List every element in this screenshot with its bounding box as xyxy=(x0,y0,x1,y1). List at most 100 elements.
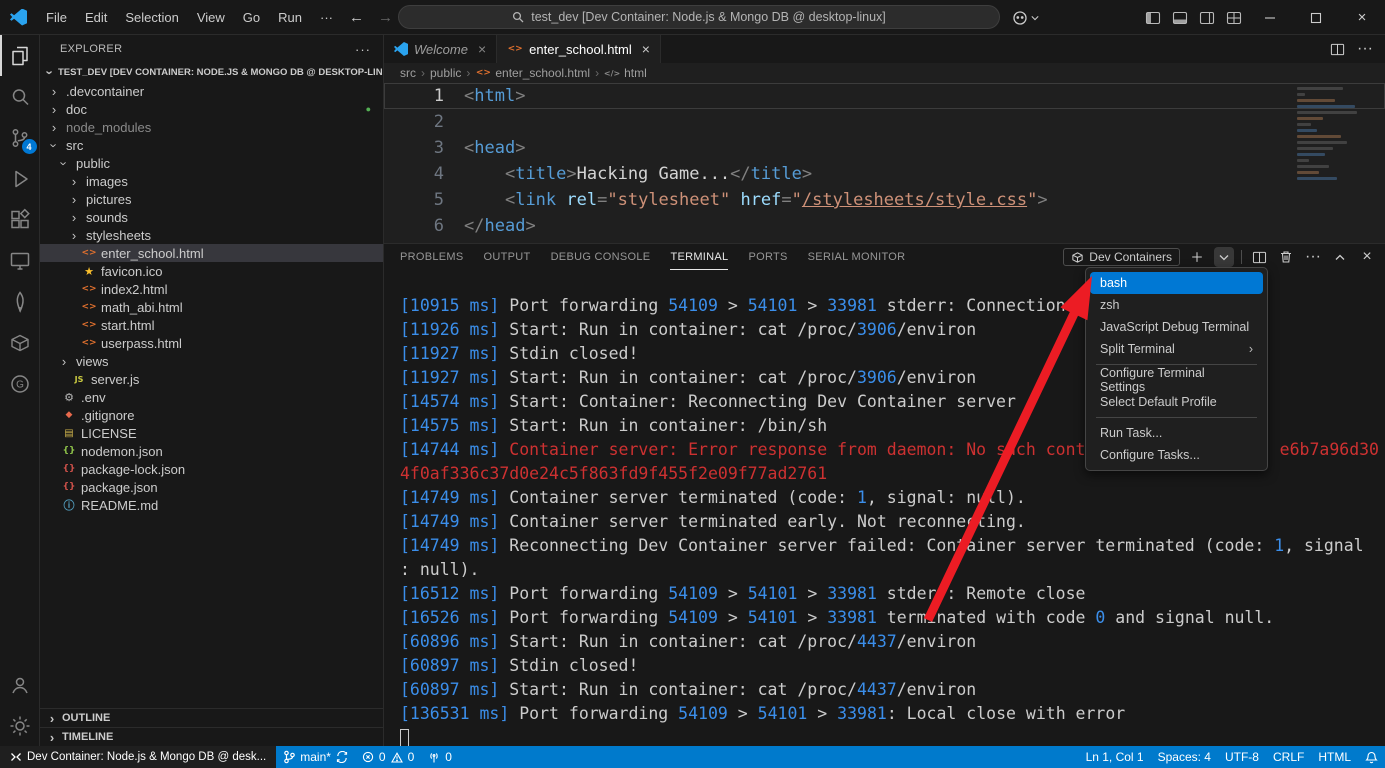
menubar-item-item[interactable]: ··· xyxy=(311,6,342,29)
tab-welcome[interactable]: Welcome× xyxy=(384,35,497,63)
menubar-item-go[interactable]: Go xyxy=(234,6,269,29)
maximize-button[interactable] xyxy=(1293,0,1339,35)
tree-item-math-abi-html[interactable]: <>math_abi.html xyxy=(40,298,383,316)
menubar-item-edit[interactable]: Edit xyxy=(76,6,116,29)
toggle-secondary-sidebar-button[interactable] xyxy=(1193,4,1220,31)
split-terminal-button[interactable] xyxy=(1249,247,1269,267)
menubar-item-file[interactable]: File xyxy=(37,6,76,29)
explorer-more-actions-icon[interactable]: ··· xyxy=(355,42,371,57)
tree-item-public[interactable]: ›public xyxy=(40,154,383,172)
activity-remote-explorer-button[interactable] xyxy=(0,240,40,281)
cursor-position[interactable]: Ln 1, Col 1 xyxy=(1079,746,1151,768)
tree-item-src[interactable]: ›src xyxy=(40,136,383,154)
section-outline[interactable]: ›OUTLINE xyxy=(40,708,383,727)
eol-sequence[interactable]: CRLF xyxy=(1266,746,1311,768)
panel-tab-serial-monitor[interactable]: SERIAL MONITOR xyxy=(808,244,906,270)
menu-item-configure-tasks[interactable]: Configure Tasks... xyxy=(1090,444,1263,466)
activity-mongodb-button[interactable] xyxy=(0,281,40,322)
menu-item-run-task[interactable]: Run Task... xyxy=(1090,422,1263,444)
panel-tab-terminal[interactable]: TERMINAL xyxy=(670,244,728,270)
tree-item-gitignore[interactable]: ◆.gitignore xyxy=(40,406,383,424)
tree-item-server-js[interactable]: JSserver.js xyxy=(40,370,383,388)
panel-tab-debug-console[interactable]: DEBUG CONSOLE xyxy=(551,244,651,270)
encoding[interactable]: UTF-8 xyxy=(1218,746,1266,768)
activity-run-debug-button[interactable] xyxy=(0,158,40,199)
terminal-profile-dropdown-button[interactable] xyxy=(1214,247,1234,267)
menu-item-split-terminal[interactable]: Split Terminal› xyxy=(1090,338,1263,360)
tree-item-readme-md[interactable]: ⓘREADME.md xyxy=(40,496,383,514)
remote-indicator[interactable]: Dev Container: Node.js & Mongo DB @ desk… xyxy=(0,746,276,768)
code-editor[interactable]: 1<html>23<head>4 <title>Hacking Game...<… xyxy=(384,83,1385,243)
workspace-root-item[interactable]: › TEST_DEV [DEV CONTAINER: NODE.JS & MON… xyxy=(40,63,383,82)
back-arrow-icon[interactable]: ← xyxy=(342,9,371,26)
tree-item-start-html[interactable]: <>start.html xyxy=(40,316,383,334)
split-editor-icon[interactable] xyxy=(1330,42,1345,57)
tree-item-package-json[interactable]: {}package.json xyxy=(40,478,383,496)
tree-item-stylesheets[interactable]: ›stylesheets xyxy=(40,226,383,244)
panel-more-actions-icon[interactable]: ··· xyxy=(1303,247,1323,267)
menu-item-zsh[interactable]: zsh xyxy=(1090,294,1263,316)
settings-button[interactable] xyxy=(0,705,40,746)
kill-terminal-button[interactable] xyxy=(1276,247,1296,267)
tree-item-devcontainer[interactable]: ›.devcontainer xyxy=(40,82,383,100)
tree-item-license[interactable]: ▤LICENSE xyxy=(40,424,383,442)
tree-item-enter-school-html[interactable]: <>enter_school.html xyxy=(40,244,383,262)
maximize-panel-button[interactable] xyxy=(1330,247,1350,267)
tree-item-package-lock-json[interactable]: {}package-lock.json xyxy=(40,460,383,478)
editor-more-actions-icon[interactable]: ··· xyxy=(1357,40,1373,58)
close-window-button[interactable]: × xyxy=(1339,0,1385,35)
close-icon[interactable]: × xyxy=(478,41,486,57)
activity-explorer-button[interactable] xyxy=(0,35,40,76)
tree-item-index2-html[interactable]: <>index2.html xyxy=(40,280,383,298)
copilot-menu-button[interactable] xyxy=(1012,10,1039,26)
breadcrumb-public[interactable]: public xyxy=(430,66,461,80)
activity-source-control-button[interactable]: 4 xyxy=(0,117,40,158)
panel-tab-problems[interactable]: PROBLEMS xyxy=(400,244,464,270)
problems-indicator[interactable]: 0 0 xyxy=(355,746,421,768)
minimap[interactable] xyxy=(1297,87,1371,180)
activity-gitlens-button[interactable]: G xyxy=(0,363,40,404)
section-timeline[interactable]: ›TIMELINE xyxy=(40,727,383,746)
customize-layout-button[interactable] xyxy=(1220,4,1247,31)
activity-extensions-button[interactable] xyxy=(0,199,40,240)
tree-item-doc[interactable]: ›doc● xyxy=(40,100,383,118)
breadcrumb-html[interactable]: </>html xyxy=(604,66,647,80)
command-center-search[interactable]: test_dev [Dev Container: Node.js & Mongo… xyxy=(398,5,1000,29)
menu-item-javascript-debug-terminal[interactable]: JavaScript Debug Terminal xyxy=(1090,316,1263,338)
new-terminal-button[interactable] xyxy=(1187,247,1207,267)
tree-item-views[interactable]: ›views xyxy=(40,352,383,370)
close-icon[interactable]: × xyxy=(642,41,650,57)
tree-item-favicon-ico[interactable]: ★favicon.ico xyxy=(40,262,383,280)
toggle-primary-sidebar-button[interactable] xyxy=(1139,4,1166,31)
forward-arrow-icon[interactable]: → xyxy=(371,9,400,26)
menu-item-select-default-profile[interactable]: Select Default Profile xyxy=(1090,391,1263,413)
close-panel-button[interactable]: × xyxy=(1357,247,1377,267)
tab-enter-school-html[interactable]: <>enter_school.html× xyxy=(497,35,661,63)
toggle-panel-button[interactable] xyxy=(1166,4,1193,31)
activity-containers-button[interactable] xyxy=(0,322,40,363)
tree-item-env[interactable]: ⚙.env xyxy=(40,388,383,406)
indentation[interactable]: Spaces: 4 xyxy=(1151,746,1218,768)
activity-search-button[interactable] xyxy=(0,76,40,117)
breadcrumb-enter-school-html[interactable]: <>enter_school.html xyxy=(475,66,590,80)
menu-item-configure-terminal-settings[interactable]: Configure Terminal Settings xyxy=(1090,369,1263,391)
tree-item-pictures[interactable]: ›pictures xyxy=(40,190,383,208)
tree-item-node-modules[interactable]: ›node_modules xyxy=(40,118,383,136)
terminal-profile-chip[interactable]: Dev Containers xyxy=(1063,248,1180,266)
accounts-button[interactable] xyxy=(0,664,40,705)
ports-indicator[interactable]: 0 xyxy=(421,746,459,768)
menubar-item-selection[interactable]: Selection xyxy=(116,6,187,29)
tree-item-nodemon-json[interactable]: {}nodemon.json xyxy=(40,442,383,460)
breadcrumb-src[interactable]: src xyxy=(400,66,416,80)
tree-item-userpass-html[interactable]: <>userpass.html xyxy=(40,334,383,352)
tree-item-images[interactable]: ›images xyxy=(40,172,383,190)
menubar-item-view[interactable]: View xyxy=(188,6,234,29)
notifications-bell[interactable] xyxy=(1358,746,1385,768)
language-mode[interactable]: HTML xyxy=(1311,746,1358,768)
panel-tab-ports[interactable]: PORTS xyxy=(748,244,787,270)
minimize-button[interactable] xyxy=(1247,0,1293,35)
menubar-item-run[interactable]: Run xyxy=(269,6,311,29)
menu-item-bash[interactable]: bash xyxy=(1090,272,1263,294)
branch-indicator[interactable]: main* xyxy=(276,746,355,768)
panel-tab-output[interactable]: OUTPUT xyxy=(484,244,531,270)
